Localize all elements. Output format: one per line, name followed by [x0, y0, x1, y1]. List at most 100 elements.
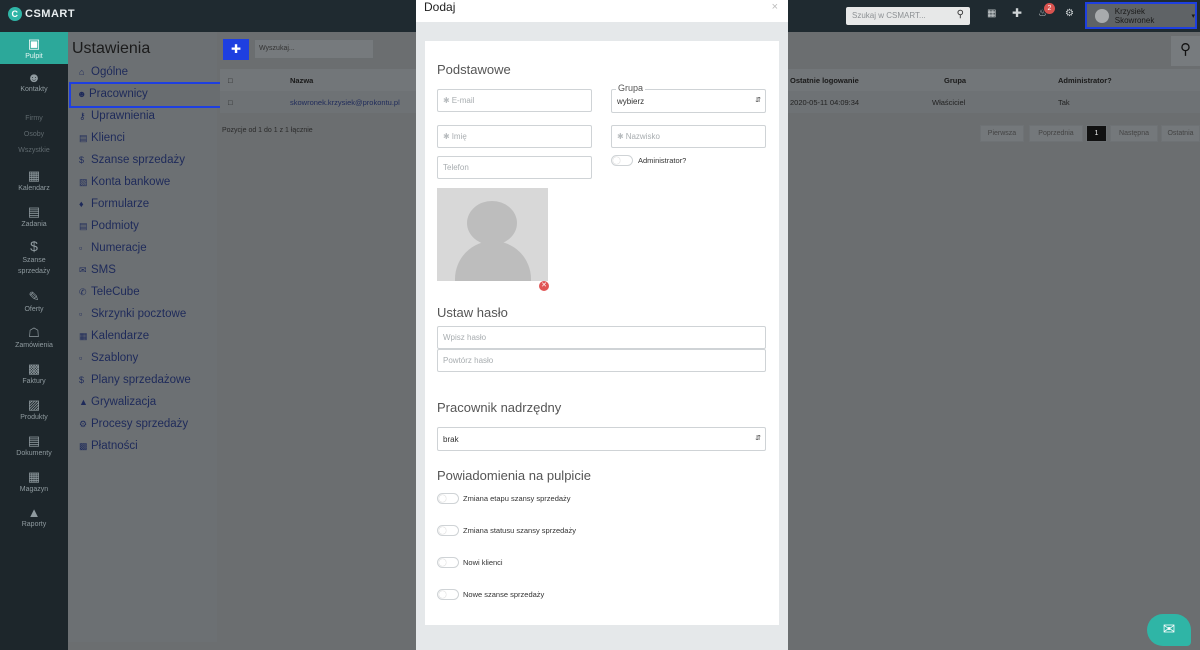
nav-item-produkty[interactable]: ▨ Produkty: [0, 397, 68, 421]
notification-toggle-status[interactable]: [437, 525, 459, 536]
column-header-name[interactable]: Nazwa: [290, 76, 313, 85]
logo-mark-icon: C: [8, 7, 22, 21]
select-caret-icon: ⇵: [755, 97, 761, 104]
settings-item-label: Podmioty: [91, 220, 139, 232]
avatar-placeholder[interactable]: [437, 188, 548, 281]
search-icon[interactable]: ⚲: [1171, 36, 1200, 66]
nav-item-zadania[interactable]: ▤ Zadania: [0, 204, 68, 228]
nav-item-kontakty[interactable]: ☻ Kontakty: [0, 70, 68, 93]
settings-item-konta-bankowe[interactable]: ▧ Konta bankowe: [79, 176, 170, 188]
nav-sub-osoby[interactable]: Osoby: [0, 131, 68, 138]
settings-item-kalendarze[interactable]: ▦ Kalendarze: [79, 330, 149, 342]
nav-item-magazyn[interactable]: ▦ Magazyn: [0, 469, 68, 493]
position-info: Pozycje od 1 do 1 z 1 łącznie: [222, 127, 313, 134]
tag-icon: ♦: [79, 199, 84, 209]
user-menu[interactable]: Krzysiek Skowronek ▾: [1085, 2, 1197, 29]
select-all-checkbox[interactable]: □: [228, 76, 233, 85]
settings-item-podmioty[interactable]: ▤ Podmioty: [79, 220, 139, 232]
file-icon: ▫: [79, 353, 83, 363]
nav-item-pulpit[interactable]: ▣ Pulpit: [0, 32, 68, 64]
last-name-field[interactable]: ✱ Nazwisko: [611, 125, 766, 148]
chat-button[interactable]: ✉: [1147, 614, 1191, 646]
nav-item-dokumenty[interactable]: ▤ Dokumenty: [0, 433, 68, 457]
gear-icon[interactable]: ⚙: [1065, 8, 1074, 19]
notification-label-new-clients: Nowi klienci: [463, 558, 503, 567]
admin-toggle[interactable]: [611, 155, 633, 166]
nav-label: Kalendarz: [18, 185, 50, 192]
nav-sub-firmy[interactable]: Firmy: [0, 115, 68, 122]
settings-item-formularze[interactable]: ♦ Formularze: [79, 198, 149, 210]
repeat-password-field[interactable]: Powtórz hasło: [437, 349, 766, 372]
settings-item-grywalizacja[interactable]: ▲ Grywalizacja: [79, 396, 156, 408]
add-employee-button[interactable]: ✚: [223, 39, 249, 60]
app-logo[interactable]: C CSMART: [8, 7, 75, 21]
settings-item-label: Plany sprzedażowe: [91, 374, 191, 386]
notification-toggle-stage[interactable]: [437, 493, 459, 504]
row-checkbox[interactable]: □: [228, 98, 233, 107]
section-title-notifications: Powiadomienia na pulpicie: [437, 468, 591, 483]
settings-item-skrzynki[interactable]: ▫ Skrzynki pocztowe: [79, 308, 186, 320]
settings-item-uprawnienia[interactable]: ⚷ Uprawnienia: [79, 110, 155, 122]
section-title-password: Ustaw hasło: [437, 305, 508, 320]
bank-icon: ▧: [79, 177, 88, 187]
settings-item-platnosci[interactable]: ▩ Płatności: [79, 440, 138, 452]
pager-next[interactable]: Następna: [1110, 125, 1158, 142]
avatar: [1095, 8, 1109, 23]
avatar-body-shape: [455, 241, 531, 281]
nav-label: Pulpit: [25, 53, 43, 60]
section-title-supervisor: Pracownik nadrzędny: [437, 400, 562, 415]
settings-item-label: Szanse sprzedaży: [91, 154, 185, 166]
row-email[interactable]: skowronek.krzysiek@prokontu.pl: [290, 98, 400, 107]
nav-item-szanse[interactable]: $ Szanse sprzedaży: [0, 238, 68, 277]
nav-item-zamowienia[interactable]: ☖ Zamówienia: [0, 325, 68, 349]
settings-item-plany[interactable]: $ Plany sprzedażowe: [79, 374, 191, 386]
settings-item-numeracje[interactable]: ▫ Numeracje: [79, 242, 147, 254]
password-field[interactable]: Wpisz hasło: [437, 326, 766, 349]
first-name-placeholder: Imię: [451, 132, 467, 141]
grid-icon: ▦: [27, 469, 41, 484]
calendar-icon[interactable]: ▦: [987, 8, 996, 19]
settings-item-label: TeleCube: [91, 286, 140, 298]
settings-item-szablony[interactable]: ▫ Szablony: [79, 352, 138, 364]
column-header-last-login[interactable]: Ostatnie logowanie: [790, 76, 859, 85]
pager-last[interactable]: Ostatnia: [1161, 125, 1200, 142]
nav-item-raporty[interactable]: ▲ Raporty: [0, 505, 68, 528]
nav-sub-wszystkie[interactable]: Wszystkie: [0, 147, 68, 154]
settings-item-ogolne[interactable]: ⌂ Ogólne: [79, 66, 128, 78]
box-icon: ▨: [27, 397, 41, 412]
settings-item-procesy[interactable]: ⚙ Procesy sprzedaży: [79, 418, 188, 430]
settings-item-klienci[interactable]: ▤ Klienci: [79, 132, 125, 144]
email-field[interactable]: ✱ E-mail: [437, 89, 592, 112]
document-icon: ▤: [27, 433, 41, 448]
remove-photo-icon[interactable]: ✕: [539, 281, 549, 291]
notification-toggle-new-opportunities[interactable]: [437, 589, 459, 600]
list-search-input[interactable]: Wyszukaj...: [254, 39, 374, 59]
notification-toggle-new-clients[interactable]: [437, 557, 459, 568]
nav-item-kalendarz[interactable]: ▦ Kalendarz: [0, 168, 68, 192]
supervisor-select[interactable]: brak ⇵: [437, 427, 766, 451]
plus-icon[interactable]: ✚: [1012, 6, 1022, 20]
phone-field[interactable]: Telefon: [437, 156, 592, 179]
global-search-input[interactable]: Szukaj w CSMART... ⚲: [846, 7, 970, 25]
chevron-down-icon: ▾: [1191, 12, 1195, 20]
notification-label-status: Zmiana statusu szansy sprzedaży: [463, 526, 576, 535]
pager-page-1[interactable]: 1: [1086, 125, 1107, 142]
nav-item-faktury[interactable]: ▩ Faktury: [0, 361, 68, 385]
settings-item-label: SMS: [91, 264, 116, 276]
column-header-group[interactable]: Grupa: [944, 76, 966, 85]
nav-item-oferty[interactable]: ✎ Oferty: [0, 289, 68, 313]
search-icon[interactable]: ⚲: [957, 9, 964, 20]
nav-label: Oferty: [24, 306, 44, 313]
pager-first[interactable]: Pierwsza: [980, 125, 1024, 142]
pager-prev[interactable]: Poprzednia: [1029, 125, 1083, 142]
settings-item-szanse[interactable]: $ Szanse sprzedaży: [79, 154, 185, 166]
column-header-admin[interactable]: Administrator?: [1058, 76, 1112, 85]
settings-item-telecube[interactable]: ✆ TeleCube: [79, 286, 140, 298]
close-icon[interactable]: ×: [772, 1, 778, 13]
settings-item-sms[interactable]: ✉ SMS: [79, 264, 116, 276]
first-name-field[interactable]: ✱ Imię: [437, 125, 592, 148]
user-name: Krzysiek Skowronek: [1114, 6, 1155, 25]
asterisk-icon: ✱: [443, 96, 450, 105]
left-nav: ▣ Pulpit ☻ Kontakty Firmy Osoby Wszystki…: [0, 32, 68, 650]
notification-label-stage: Zmiana etapu szansy sprzedaży: [463, 494, 571, 503]
